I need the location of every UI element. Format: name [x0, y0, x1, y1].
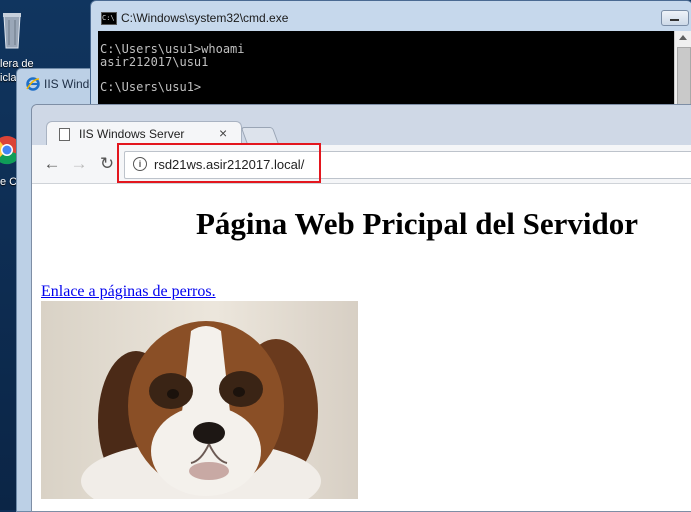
forward-arrow-icon[interactable]: → [69, 155, 89, 173]
scroll-up-arrow-icon[interactable] [679, 35, 687, 40]
cmd-window[interactable]: C:\ C:\Windows\system32\cmd.exe C:\Users… [90, 0, 691, 120]
recycle-bin-label-2: icla [0, 72, 17, 84]
recycle-bin-icon[interactable] [0, 8, 24, 52]
address-bar-highlight-box [117, 143, 321, 183]
saint-bernard-puppy-image [41, 301, 358, 499]
reload-icon[interactable]: ↻ [97, 155, 117, 173]
tab-strip: IIS Windows Server × [32, 105, 691, 146]
console-line: C:\Users\usu1> [100, 79, 202, 94]
minimize-button[interactable] [661, 10, 689, 26]
page-viewport: Página Web Pricipal del Servidor Enlace … [32, 184, 691, 511]
console-line: C:\Users\usu1>whoami [100, 42, 245, 56]
close-icon[interactable]: × [219, 125, 227, 141]
console-line: asir212017\usu1 [100, 54, 209, 69]
ie-window-title: IIS Windo [44, 77, 97, 91]
page-title: Página Web Pricipal del Servidor [195, 206, 639, 241]
page-favicon-icon [59, 128, 70, 141]
back-arrow-icon[interactable]: ← [42, 155, 62, 173]
scrollbar-thumb[interactable] [677, 47, 691, 109]
cmd-icon: C:\ [101, 12, 117, 25]
tab-title: IIS Windows Server [79, 127, 185, 141]
cmd-window-title: C:\Windows\system32\cmd.exe [121, 11, 289, 25]
dog-pages-link[interactable]: Enlace a páginas de perros. [41, 283, 216, 301]
internet-explorer-icon [26, 77, 40, 91]
